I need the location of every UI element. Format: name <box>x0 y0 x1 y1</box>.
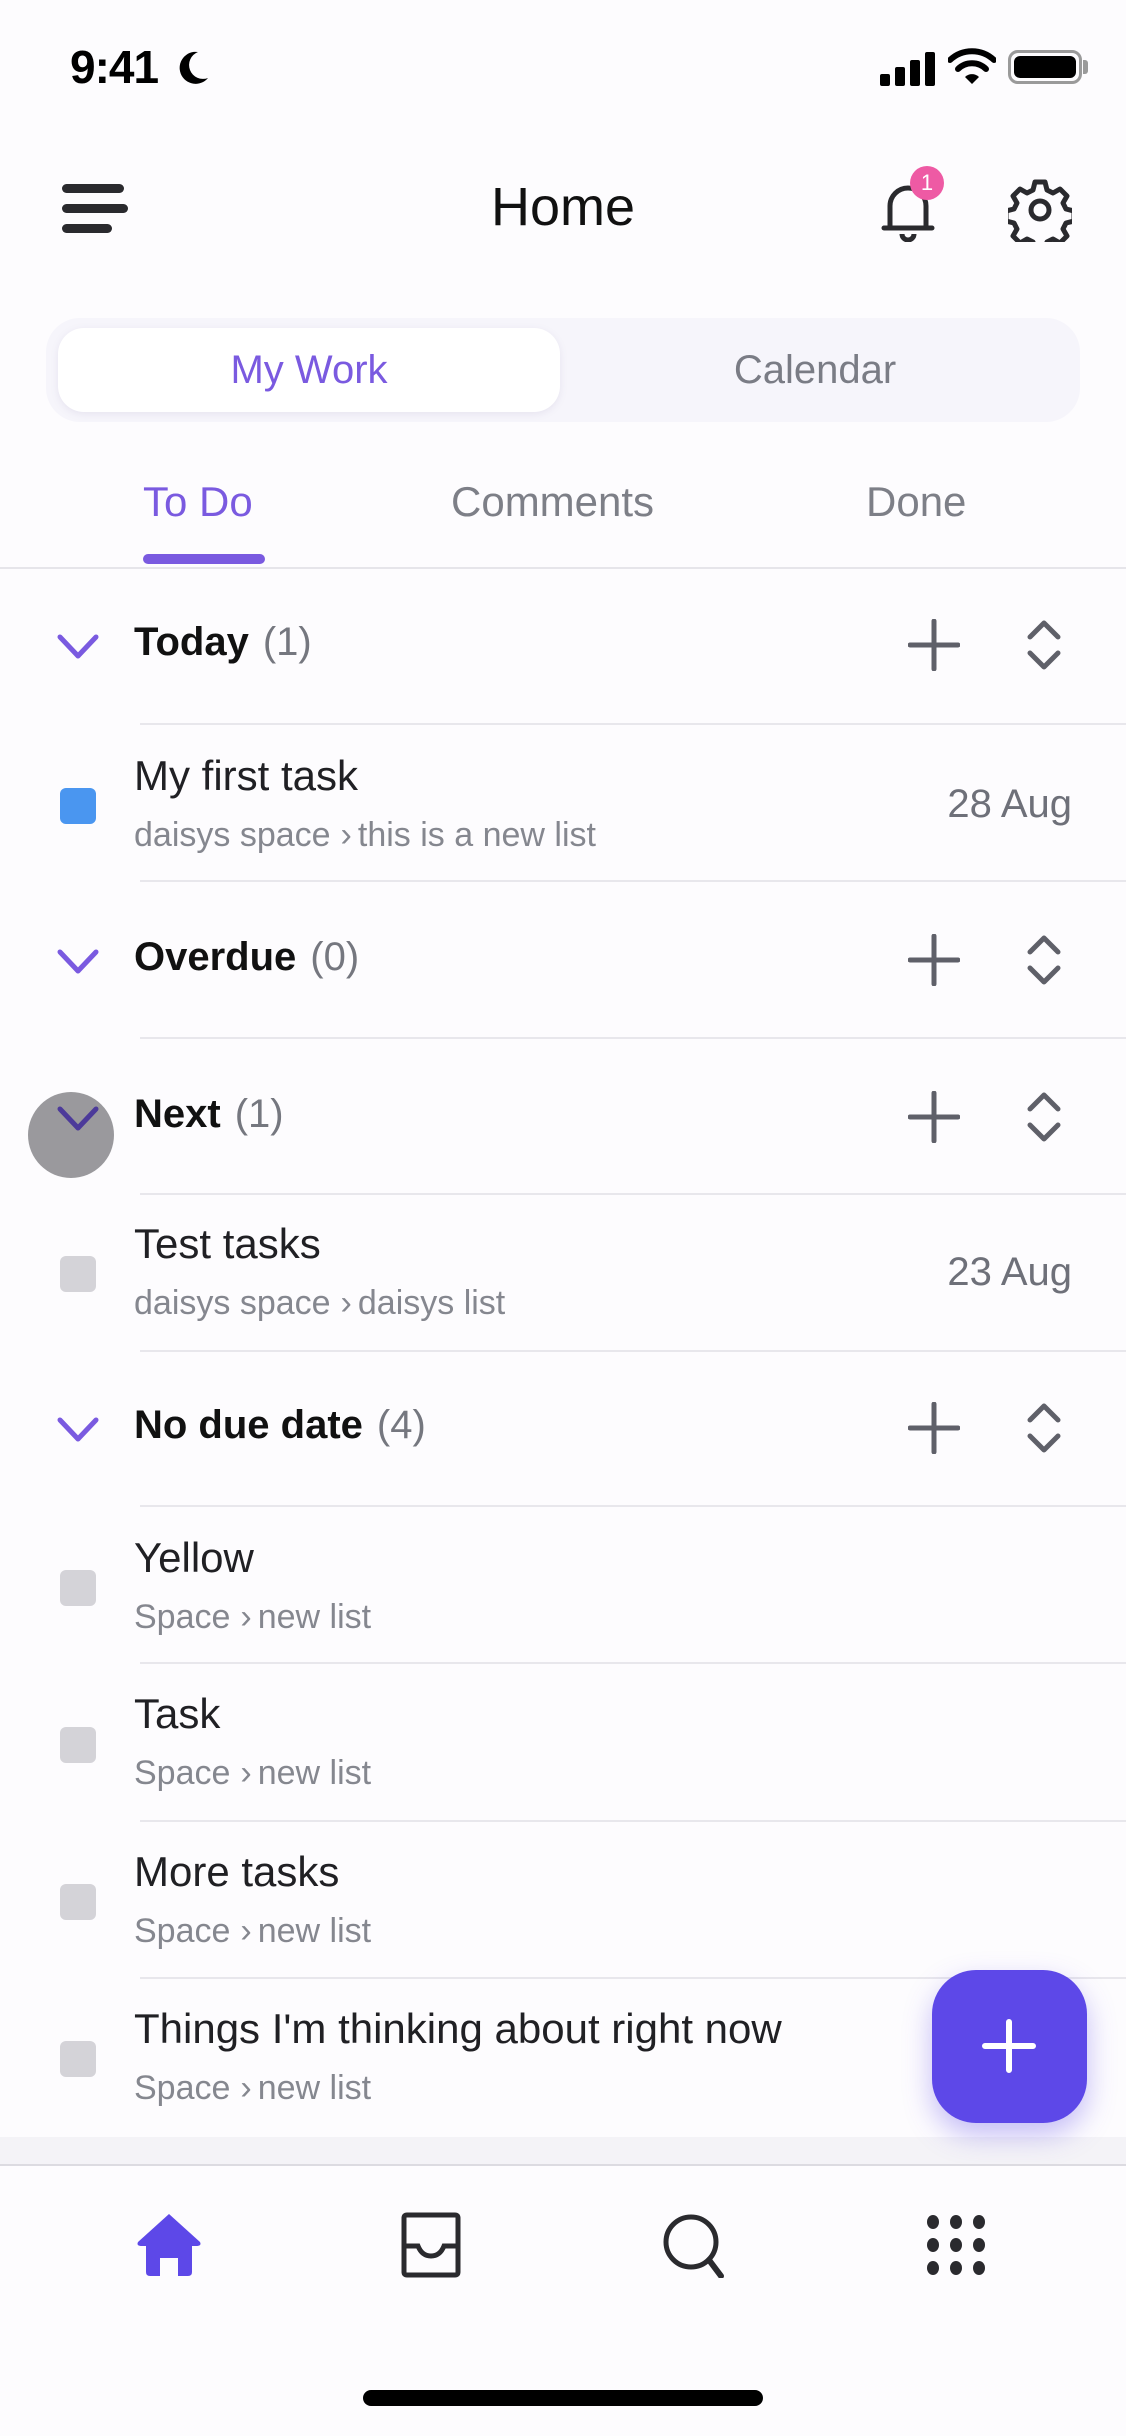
expand-collapse-icon[interactable] <box>1026 619 1062 671</box>
chevron-down-icon[interactable] <box>56 1104 100 1134</box>
divider <box>140 1505 1126 1507</box>
tab-done[interactable]: Done <box>866 478 966 526</box>
search-icon[interactable] <box>659 2212 729 2278</box>
task-status-checkbox[interactable] <box>60 1570 96 1606</box>
tab-to-do[interactable]: To Do <box>143 478 253 526</box>
plus-icon <box>982 2019 1036 2073</box>
divider <box>140 1820 1126 1822</box>
task-location: Space › new list <box>134 1754 372 1792</box>
task-location: daisys space › this is a new list <box>134 816 596 854</box>
inbox-tray-icon[interactable] <box>396 2212 466 2278</box>
task-location: Space › new list <box>134 1912 372 1950</box>
section-title: Next (1) <box>134 1092 284 1136</box>
chevron-right-icon: › <box>240 1912 252 1950</box>
task-status-checkbox[interactable] <box>60 788 96 824</box>
list-footer-spacer <box>0 2137 1126 2164</box>
task-name[interactable]: Test tasks <box>134 1220 321 1268</box>
battery-cap <box>1083 60 1088 74</box>
task-status-checkbox[interactable] <box>60 1884 96 1920</box>
notification-badge: 1 <box>910 166 944 200</box>
chevron-right-icon: › <box>340 1284 352 1322</box>
task-name[interactable]: Yellow <box>134 1534 254 1582</box>
task-name[interactable]: More tasks <box>134 1848 339 1896</box>
chevron-down-icon[interactable] <box>56 947 100 977</box>
chevron-right-icon: › <box>240 2069 252 2107</box>
divider <box>140 1662 1126 1664</box>
divider <box>140 1037 1126 1039</box>
section-title: No due date (4) <box>134 1403 426 1447</box>
cellular-signal-icon <box>880 52 935 86</box>
add-task-plus-icon[interactable] <box>908 1402 960 1454</box>
moon-icon <box>179 51 208 84</box>
home-icon[interactable] <box>134 2212 204 2278</box>
page-title: Home <box>490 177 636 237</box>
add-task-plus-icon[interactable] <box>908 934 960 986</box>
task-due-date: 23 Aug <box>947 1250 1072 1294</box>
chevron-right-icon: › <box>240 1754 252 1792</box>
status-time: 9:41 <box>70 41 159 93</box>
chevron-down-icon[interactable] <box>56 1415 100 1445</box>
task-status-checkbox[interactable] <box>60 1256 96 1292</box>
segment-calendar[interactable]: Calendar <box>560 328 1070 412</box>
task-name[interactable]: My first task <box>134 752 358 800</box>
section-title: Today (1) <box>134 620 312 664</box>
tab-comments[interactable]: Comments <box>451 478 654 526</box>
divider <box>140 880 1126 882</box>
active-tab-indicator <box>143 554 265 564</box>
divider <box>140 1193 1126 1195</box>
task-status-checkbox[interactable] <box>60 2041 96 2077</box>
home-indicator <box>363 2390 763 2406</box>
expand-collapse-icon[interactable] <box>1026 934 1062 986</box>
gear-icon[interactable] <box>1008 178 1072 242</box>
add-task-fab[interactable] <box>932 1970 1087 2123</box>
chevron-right-icon: › <box>340 816 352 854</box>
battery-icon <box>1008 50 1082 84</box>
task-name[interactable]: Task <box>134 1690 220 1738</box>
add-task-plus-icon[interactable] <box>908 619 960 671</box>
task-status-checkbox[interactable] <box>60 1727 96 1763</box>
wifi-icon <box>948 48 996 84</box>
section-count: (1) <box>234 1092 284 1136</box>
section-title: Overdue (0) <box>134 935 360 979</box>
segment-my-work[interactable]: My Work <box>58 328 560 412</box>
section-count: (4) <box>376 1403 426 1447</box>
chevron-down-icon[interactable] <box>56 632 100 662</box>
divider <box>140 1350 1126 1352</box>
task-location: daisys space › daisys list <box>134 1284 506 1322</box>
chevron-right-icon: › <box>240 1598 252 1636</box>
grid-dots-icon[interactable] <box>921 2212 991 2278</box>
task-due-date: 28 Aug <box>947 782 1072 826</box>
tabs-divider <box>0 567 1126 569</box>
expand-collapse-icon[interactable] <box>1026 1091 1062 1143</box>
section-count: (1) <box>262 620 312 664</box>
add-task-plus-icon[interactable] <box>908 1091 960 1143</box>
task-location: Space › new list <box>134 1598 372 1636</box>
divider <box>140 723 1126 725</box>
task-name[interactable]: Things I'm thinking about right now <box>134 2005 782 2053</box>
task-location: Space › new list <box>134 2069 372 2107</box>
expand-collapse-icon[interactable] <box>1026 1402 1062 1454</box>
section-count: (0) <box>310 935 360 979</box>
